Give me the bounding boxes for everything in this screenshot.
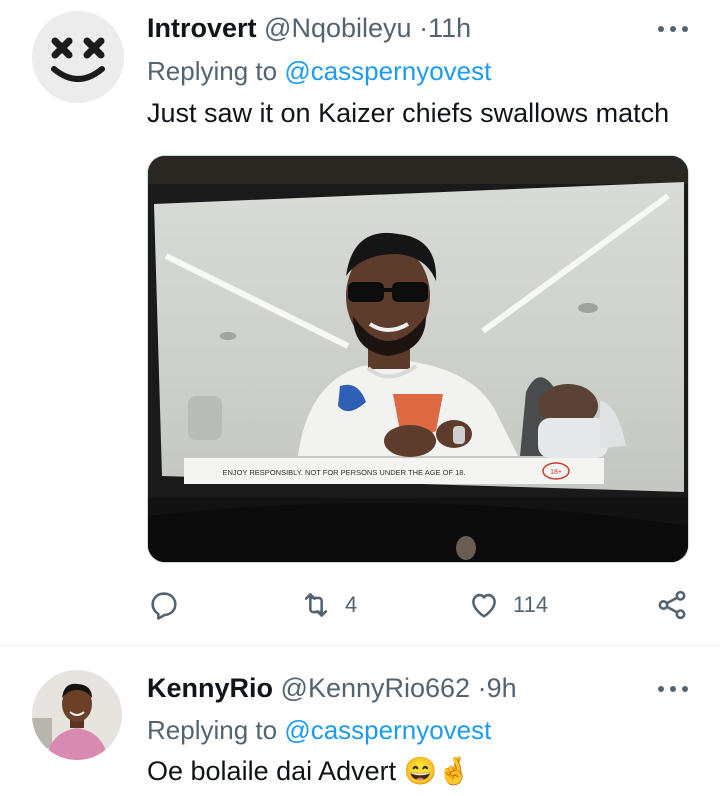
like-button[interactable]: 114 xyxy=(467,585,548,625)
separator-dot: · xyxy=(477,673,487,703)
marshmello-face-icon xyxy=(32,11,124,103)
replying-to-line: Replying to @casspernyovest xyxy=(147,714,491,746)
age-badge: 18+ xyxy=(550,469,562,476)
reply-button[interactable] xyxy=(147,585,181,625)
tv-photo-image: ENJOY RESPONSIBLY. NOT FOR PERSONS UNDER… xyxy=(148,156,688,562)
mention-link[interactable]: @casspernyovest xyxy=(284,56,491,86)
retweet-count: 4 xyxy=(345,592,358,617)
timestamp[interactable]: 11h xyxy=(428,13,471,43)
profile-photo-image xyxy=(32,670,122,760)
heart-icon xyxy=(472,593,496,618)
share-icon xyxy=(658,590,686,620)
replying-to-line: Replying to @casspernyovest xyxy=(147,55,491,87)
user-handle[interactable]: @Nqobileyu xyxy=(264,13,412,43)
more-options-icon[interactable] xyxy=(658,684,688,694)
disclaimer-text: ENJOY RESPONSIBLY. NOT FOR PERSONS UNDER… xyxy=(222,468,465,477)
user-handle[interactable]: @KennyRio662 xyxy=(281,673,471,703)
avatar[interactable] xyxy=(32,11,124,103)
avatar[interactable] xyxy=(32,670,122,760)
tweet-text: Just saw it on Kaizer chiefs swallows ma… xyxy=(147,98,670,128)
retweet-icon xyxy=(304,593,328,617)
separator-dot: · xyxy=(419,13,429,43)
tweet-media-photo[interactable]: ENJOY RESPONSIBLY. NOT FOR PERSONS UNDER… xyxy=(147,155,689,563)
reply-icon xyxy=(151,592,177,620)
tweet-header: KennyRio @KennyRio662 ·9h xyxy=(147,672,517,704)
crossed-fingers-emoji-icon: 🤞 xyxy=(437,756,471,786)
display-name[interactable]: Introvert xyxy=(147,13,257,43)
tweet-actions: 4 114 xyxy=(147,585,692,625)
replying-to-label: Replying to xyxy=(147,56,278,86)
display-name[interactable]: KennyRio xyxy=(147,673,273,703)
grinning-emoji-icon: 😄 xyxy=(403,756,438,786)
mention-link[interactable]: @casspernyovest xyxy=(284,715,491,745)
retweet-button[interactable]: 4 xyxy=(299,585,357,625)
share-button[interactable] xyxy=(655,585,689,625)
tweet[interactable]: Introvert @Nqobileyu ·11h Replying to @c… xyxy=(0,0,720,645)
like-count: 114 xyxy=(513,592,549,617)
replying-to-label: Replying to xyxy=(147,715,278,745)
tweet[interactable]: KennyRio @KennyRio662 ·9h Replying to @c… xyxy=(0,646,720,796)
tweet-header: Introvert @Nqobileyu ·11h xyxy=(147,12,471,44)
tweet-text: Oe bolaile dai Advert xyxy=(147,756,397,786)
more-options-icon[interactable] xyxy=(658,24,688,34)
timestamp[interactable]: 9h xyxy=(487,673,517,703)
tweet-text-line: Oe bolaile dai Advert 😄🤞 xyxy=(147,754,471,788)
